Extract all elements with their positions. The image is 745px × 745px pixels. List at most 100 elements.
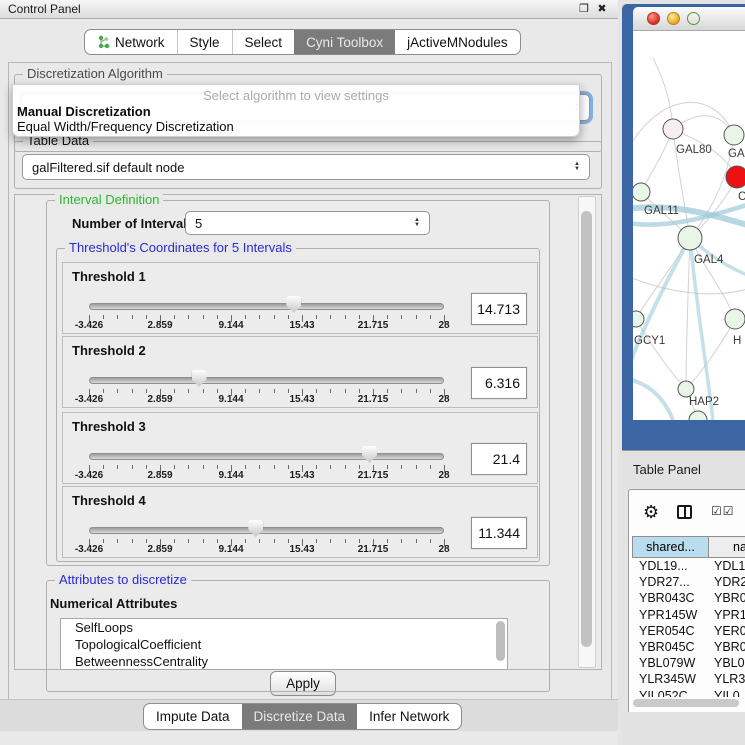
vertical-scrollbar[interactable] [578,196,596,668]
tick-mark [316,539,317,543]
zoom-traffic-light[interactable] [687,12,700,25]
threshold-3-slider-thumb[interactable] [362,446,377,463]
dropdown-option-manual-discretization[interactable]: Manual Discretization [16,104,577,120]
cell-name: YDR2 [709,574,745,590]
gear-icon[interactable]: ⚙ [643,502,659,523]
network-view-window[interactable]: GAL80GACGAL11GAL4GCY1HHAP2 [622,4,745,450]
tick-mark [316,315,317,319]
tab-discretize-data[interactable]: Discretize Data [242,704,358,729]
list-item-betweennesscentrality[interactable]: BetweennessCentrality [61,653,507,670]
node-label: C [738,191,745,203]
tick-mark [174,465,175,469]
threshold-1-value-field[interactable]: 14.713 [471,293,527,325]
cell-shared-name: YDR27... [632,574,709,590]
network-node-gal4[interactable] [678,226,702,250]
list-item-topologicalcoefficient[interactable]: TopologicalCoefficient [61,636,507,653]
network-node-hap2[interactable] [678,381,694,397]
table-row[interactable]: YBL079WYBL0 [632,655,745,671]
tick-mark [132,465,133,469]
table-row[interactable]: YBR045CYBR0 [632,639,745,655]
tick-mark [174,315,175,319]
tick-mark [288,315,289,319]
threshold-4-slider-thumb[interactable] [248,520,263,537]
below-table-area [622,712,745,745]
horizontal-scrollbar-thumb[interactable] [633,699,739,707]
network-edge [686,238,690,389]
numerical-attributes-label: Numerical Attributes [50,596,177,611]
threshold-2-slider-thumb[interactable] [192,370,207,387]
threshold-2-slider-track[interactable] [89,377,444,384]
tab-infer-network[interactable]: Infer Network [357,704,461,729]
close-icon[interactable]: ✖ [594,0,610,18]
tick-label: 21.715 [358,544,389,555]
threshold-4-value-field[interactable]: 11.344 [471,517,527,549]
network-node-ga[interactable] [724,125,744,145]
tick-mark [217,539,218,543]
network-node-h[interactable] [725,309,745,329]
table-row[interactable]: YDR27...YDR2 [632,574,745,590]
column-layout-icon[interactable] [677,505,692,519]
table-row[interactable]: YER054CYER0 [632,623,745,639]
minimize-traffic-light[interactable] [667,12,680,25]
tick-mark [359,389,360,393]
table-row[interactable]: YDL19...YDL1 [632,558,745,574]
table-row[interactable]: YBR043CYBR0 [632,590,745,606]
threshold-4-slider-track[interactable] [89,527,444,534]
tick-mark [103,315,104,319]
tab-impute-data[interactable]: Impute Data [144,704,242,729]
table-header-row: shared... na [632,536,745,558]
tick-label: 15.43 [289,470,314,481]
tick-mark [188,389,189,393]
float-window-icon[interactable]: ❐ [576,0,592,18]
number-of-intervals-combobox[interactable]: 5 ▲▼ [185,211,430,235]
tick-mark [387,389,388,393]
tick-label: 2.859 [147,544,172,555]
tick-mark [401,465,402,469]
tick-mark [401,315,402,319]
threshold-2-value-field[interactable]: 6.316 [471,367,527,399]
tick-label: 15.43 [289,394,314,405]
network-node-c[interactable] [726,166,745,188]
list-item-selfloops[interactable]: SelfLoops [61,619,507,636]
network-icon [97,35,110,49]
network-canvas[interactable]: GAL80GACGAL11GAL4GCY1HHAP2 [633,31,745,420]
top-tab-bar: Network StyleSelectCyni ToolboxjActiveMNo… [84,29,521,55]
table-row[interactable]: YLR345WYLR3 [632,671,745,687]
numerical-attributes-list[interactable]: SelfLoopsTopologicalCoefficientBetweenne… [60,618,508,670]
tab-jactivemnodules[interactable]: jActiveMNodules [395,30,520,54]
table-row[interactable]: YPR145WYPR1 [632,607,745,623]
algorithm-dropdown-popup: Select algorithm to view settings Manual… [12,84,580,137]
scrollbar-thumb[interactable] [581,211,592,647]
tick-label: 9.144 [218,470,243,481]
tab-cyni-toolbox[interactable]: Cyni Toolbox [294,30,395,54]
node-label: HAP2 [689,396,719,408]
network-node[interactable] [689,411,707,420]
tick-mark [203,389,204,393]
network-node-gal11[interactable] [633,183,650,201]
tab-label: Network [115,35,165,50]
list-scrollbar-thumb[interactable] [496,621,505,661]
tab-style[interactable]: Style [177,30,232,54]
tick-mark [117,465,118,469]
cell-name: YBL0 [709,655,745,671]
table-row[interactable]: YIL052CYIL0 [632,688,745,698]
threshold-3-value-field[interactable]: 21.4 [471,443,527,475]
tick-label: 9.144 [218,320,243,331]
threshold-3-slider-track[interactable] [89,453,444,460]
column-header-shared-name[interactable]: shared... [632,536,709,558]
tab-select[interactable]: Select [232,30,295,54]
checkbox-icons[interactable]: ☑☑ [711,504,735,518]
threshold-1-slider-track[interactable] [89,303,444,310]
cell-shared-name: YER054C [632,623,709,639]
close-traffic-light[interactable] [647,12,660,25]
node-label: GAL4 [694,254,724,266]
dropdown-option-equal-width-frequency[interactable]: Equal Width/Frequency Discretization [16,119,577,135]
tab-network[interactable]: Network [85,30,177,54]
network-node-gcy1[interactable] [633,311,644,327]
column-header-name[interactable]: na [709,536,745,558]
cell-shared-name: YIL052C [632,688,709,698]
table-data-combobox[interactable]: galFiltered.sif default node ▲▼ [22,154,590,180]
threshold-1-slider-thumb[interactable] [286,296,301,313]
tick-mark [430,539,431,543]
network-node-gal80[interactable] [663,119,683,139]
